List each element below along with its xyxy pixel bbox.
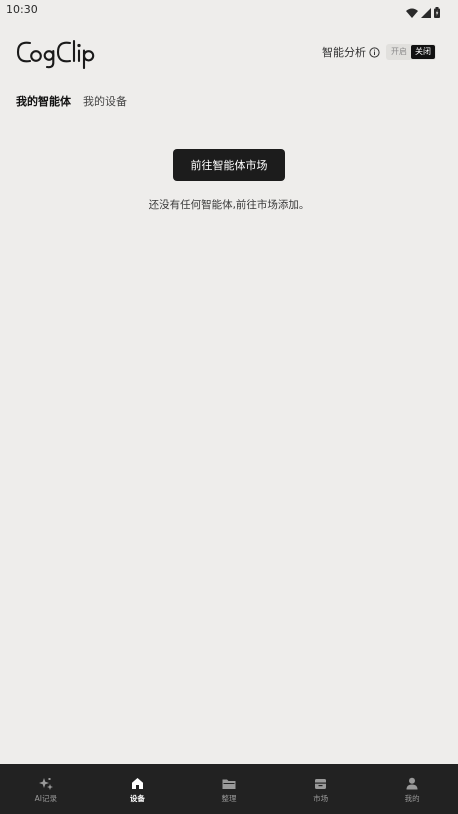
- nav-label: 市场: [313, 793, 329, 803]
- toggle-off-option[interactable]: 关闭: [411, 45, 435, 59]
- bottom-nav: AI记录 设备 整理 市场 我的: [0, 764, 458, 814]
- analysis-toggle[interactable]: 开启 关闭: [386, 44, 436, 60]
- status-time: 10:30: [6, 3, 38, 16]
- status-bar: 10:30: [0, 0, 458, 20]
- nav-item-organize[interactable]: 整理: [183, 764, 275, 814]
- nav-item-profile[interactable]: 我的: [366, 764, 458, 814]
- empty-state-message: 还没有任何智能体,前往市场添加。: [148, 199, 310, 211]
- home-icon: [130, 777, 144, 791]
- nav-label: 设备: [129, 793, 145, 803]
- nav-label: AI记录: [34, 793, 57, 803]
- nav-label: 我的: [404, 793, 420, 803]
- nav-item-devices[interactable]: 设备: [92, 764, 184, 814]
- status-icons: [406, 3, 440, 22]
- tab-bar: 我的智能体 我的设备: [16, 93, 127, 109]
- smart-analysis-label: 智能分析: [322, 46, 366, 59]
- folder-icon: [222, 777, 236, 791]
- nav-label: 整理: [221, 793, 237, 803]
- app-screen: 10:30 智能分析 开启 关闭 我的智能体 我的设备 前往智能体市场 还没有任…: [0, 0, 458, 814]
- wifi-icon: [406, 3, 418, 22]
- go-to-agent-market-button[interactable]: 前往智能体市场: [173, 149, 285, 181]
- battery-icon: [434, 3, 440, 22]
- store-icon: [314, 777, 328, 791]
- app-logo: [16, 37, 100, 70]
- smart-analysis-control: 智能分析 开启 关闭: [322, 44, 436, 60]
- nav-item-market[interactable]: 市场: [275, 764, 367, 814]
- info-icon[interactable]: [369, 46, 380, 58]
- person-icon: [405, 777, 419, 791]
- tab-my-agents[interactable]: 我的智能体: [16, 93, 71, 109]
- sparkle-icon: [38, 777, 53, 791]
- signal-icon: [421, 3, 431, 22]
- nav-item-ai-records[interactable]: AI记录: [0, 764, 92, 814]
- tab-my-devices[interactable]: 我的设备: [83, 93, 127, 109]
- toggle-on-option[interactable]: 开启: [387, 45, 411, 59]
